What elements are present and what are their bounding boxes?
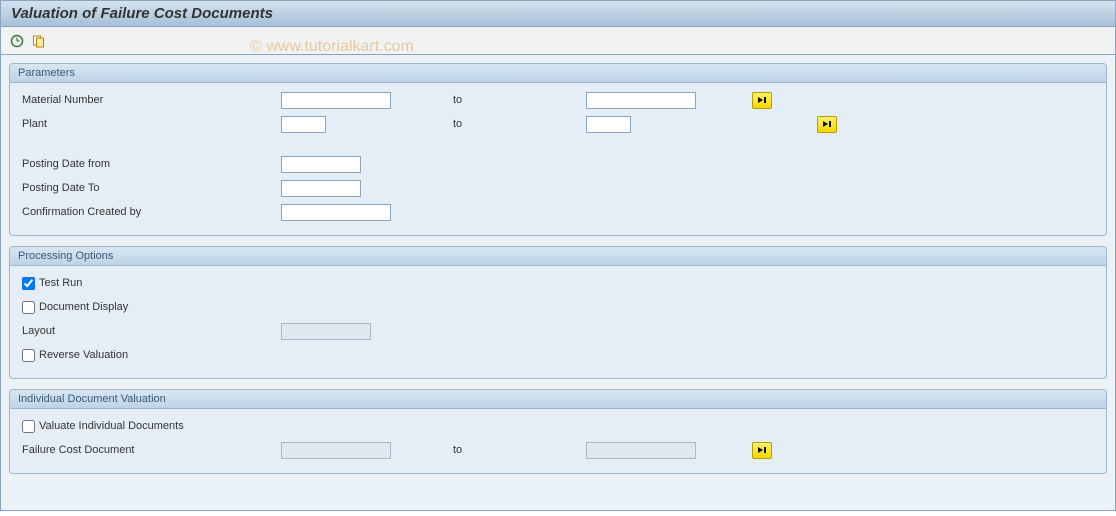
group-processing-title: Processing Options	[10, 247, 1106, 266]
group-individual: Individual Document Valuation Valuate In…	[9, 389, 1107, 474]
created-by-input[interactable]	[281, 204, 391, 221]
created-by-label: Confirmation Created by	[16, 206, 281, 218]
reverse-label: Reverse Valuation	[39, 349, 128, 361]
doc-display-checkbox[interactable]	[22, 301, 35, 314]
execute-icon[interactable]	[9, 33, 25, 49]
material-label: Material Number	[16, 94, 281, 106]
to-label: to	[441, 118, 586, 130]
reverse-checkbox[interactable]	[22, 349, 35, 362]
doc-display-label: Document Display	[39, 301, 128, 313]
doc-to-input	[586, 442, 696, 459]
posting-to-input[interactable]	[281, 180, 361, 197]
valuate-label: Valuate Individual Documents	[39, 420, 184, 432]
test-run-label: Test Run	[39, 277, 82, 289]
plant-from-input[interactable]	[281, 116, 326, 133]
content-area: Parameters Material Number to Plant to	[0, 55, 1116, 511]
doc-from-input	[281, 442, 391, 459]
page-title: Valuation of Failure Cost Documents	[0, 0, 1116, 27]
posting-from-input[interactable]	[281, 156, 361, 173]
layout-label: Layout	[16, 325, 281, 337]
plant-label: Plant	[16, 118, 281, 130]
posting-from-label: Posting Date from	[16, 158, 281, 170]
variant-icon[interactable]	[31, 33, 47, 49]
plant-to-input[interactable]	[586, 116, 631, 133]
plant-more-button[interactable]	[817, 116, 837, 133]
valuate-checkbox[interactable]	[22, 420, 35, 433]
posting-to-label: Posting Date To	[16, 182, 281, 194]
to-label: to	[441, 444, 586, 456]
toolbar	[0, 27, 1116, 55]
material-to-input[interactable]	[586, 92, 696, 109]
group-parameters: Parameters Material Number to Plant to	[9, 63, 1107, 236]
group-processing: Processing Options Test Run Document Dis…	[9, 246, 1107, 379]
material-from-input[interactable]	[281, 92, 391, 109]
group-individual-title: Individual Document Valuation	[10, 390, 1106, 409]
doc-more-button[interactable]	[752, 442, 772, 459]
material-more-button[interactable]	[752, 92, 772, 109]
doc-label: Failure Cost Document	[16, 444, 281, 456]
test-run-checkbox[interactable]	[22, 277, 35, 290]
group-parameters-title: Parameters	[10, 64, 1106, 83]
layout-input	[281, 323, 371, 340]
to-label: to	[441, 94, 586, 106]
